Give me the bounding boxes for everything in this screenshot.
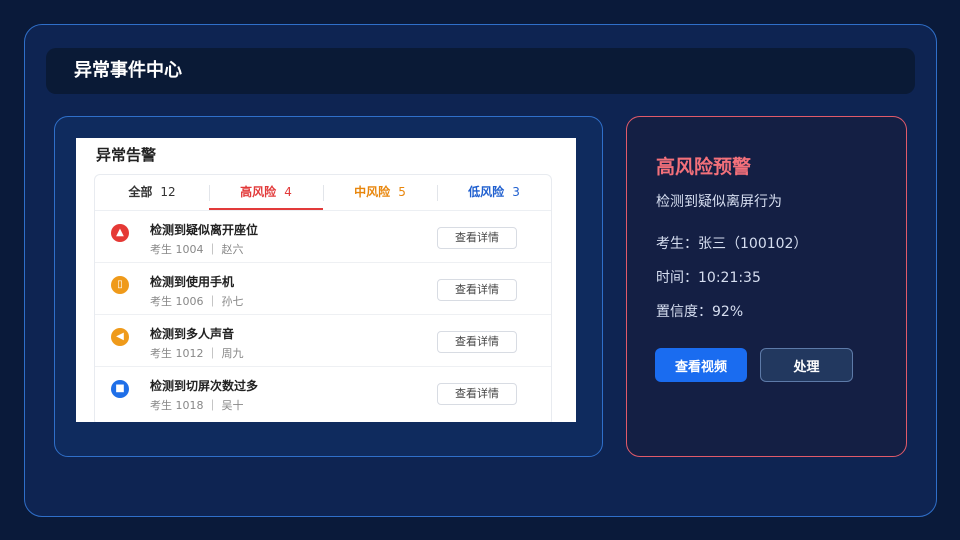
tab-low-risk[interactable]: 低风险 3	[437, 175, 551, 210]
speaker-icon: ◀	[111, 328, 129, 346]
view-details-button[interactable]: 查看详情	[437, 383, 517, 405]
tab-all[interactable]: 全部 12	[95, 175, 209, 210]
alert-item-title: 检测到多人声音	[150, 327, 235, 341]
list-item: ■ 检测到切屏次数过多 考生 1018 ｜ 吴十 查看详情	[95, 367, 551, 419]
view-details-button[interactable]: 查看详情	[437, 331, 517, 353]
tab-label: 全部	[128, 185, 153, 199]
alert-item-student: 考生 1012 ｜ 周九	[150, 347, 244, 360]
alert-item-student: 考生 1006 ｜ 孙七	[150, 295, 244, 308]
alert-list-title: 异常告警	[96, 146, 157, 164]
alert-item-title: 检测到使用手机	[150, 275, 235, 289]
tab-label: 低风险	[468, 185, 505, 199]
phone-icon: ▯	[111, 276, 129, 294]
person-alert-icon: ▲	[111, 224, 129, 242]
alert-detail-title: 高风险预警	[656, 156, 752, 178]
tab-label: 中风险	[354, 185, 391, 199]
tab-label: 高风险	[240, 185, 277, 199]
alert-item-student: 考生 1004 ｜ 赵六	[150, 243, 244, 256]
alert-detail-student: 考生：张三（100102）	[656, 236, 808, 252]
view-details-button[interactable]: 查看详情	[437, 227, 517, 249]
page-title: 异常事件中心	[46, 48, 915, 94]
list-item: ◀ 检测到多人声音 考生 1012 ｜ 周九 查看详情	[95, 315, 551, 367]
alert-list-screenshot: 异常告警 全部 12 高风险 4 中风险 5 低风险 3 ▲ 检测到疑似离开座位 考生 …	[76, 138, 576, 422]
risk-tabs: 全部 12 高风险 4 中风险 5 低风险 3	[95, 175, 551, 211]
alert-detail-description: 检测到疑似离屏行为	[656, 194, 782, 210]
alert-item-student: 考生 1018 ｜ 吴十	[150, 399, 244, 412]
tab-high-risk[interactable]: 高风险 4	[209, 175, 323, 210]
alert-detail-time: 时间：10:21:35	[656, 270, 761, 286]
tab-medium-risk[interactable]: 中风险 5	[323, 175, 437, 210]
view-details-button[interactable]: 查看详情	[437, 279, 517, 301]
handle-button[interactable]: 处理	[760, 348, 853, 382]
alert-list-card: 全部 12 高风险 4 中风险 5 低风险 3 ▲ 检测到疑似离开座位 考生 1004 …	[94, 174, 552, 422]
alert-item-title: 检测到疑似离开座位	[150, 223, 259, 237]
list-item: ▲ 检测到疑似离开座位 考生 1004 ｜ 赵六 查看详情	[95, 211, 551, 263]
screen-switch-icon: ■	[111, 380, 129, 398]
tab-count: 3	[512, 185, 520, 199]
tab-count: 12	[160, 185, 176, 199]
tab-count: 5	[398, 185, 406, 199]
list-item: ▯ 检测到使用手机 考生 1006 ｜ 孙七 查看详情	[95, 263, 551, 315]
alert-detail-confidence: 置信度：92%	[656, 304, 744, 320]
tab-count: 4	[284, 185, 292, 199]
alert-item-title: 检测到切屏次数过多	[150, 379, 259, 393]
view-video-button[interactable]: 查看视频	[655, 348, 747, 382]
